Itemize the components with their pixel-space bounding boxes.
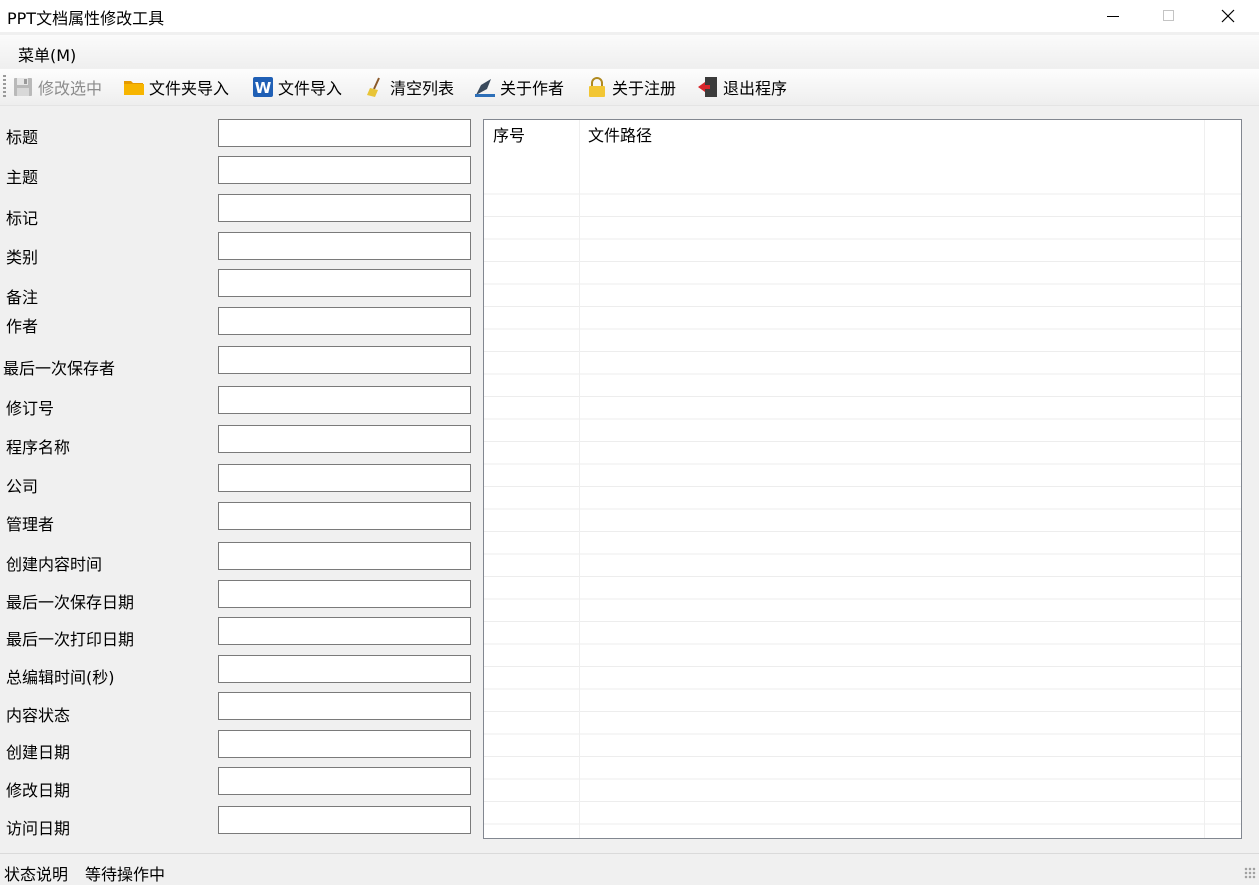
last-saved-date-label: 最后一次保存日期 bbox=[6, 593, 135, 612]
about-author-label: 关于作者 bbox=[500, 79, 565, 98]
menu-item-main[interactable]: 菜单(M) bbox=[18, 42, 76, 66]
about-register-button[interactable]: 关于注册 bbox=[586, 75, 676, 99]
total-edit-time-label: 总编辑时间(秒) bbox=[6, 668, 115, 687]
total-edit-time-input[interactable] bbox=[218, 655, 471, 683]
revision-input[interactable] bbox=[218, 386, 471, 414]
column-header-path[interactable]: 文件路径 bbox=[579, 120, 1204, 152]
file-list[interactable]: 序号 文件路径 bbox=[483, 119, 1242, 839]
import-folder-button[interactable]: 文件夹导入 bbox=[123, 75, 229, 99]
created-date-label: 创建日期 bbox=[6, 743, 71, 762]
accessed-date-input[interactable] bbox=[218, 806, 471, 834]
manager-label: 管理者 bbox=[6, 515, 55, 534]
clear-list-label: 清空列表 bbox=[390, 79, 455, 98]
minimize-icon bbox=[1107, 16, 1119, 17]
maximize-button[interactable] bbox=[1146, 0, 1192, 32]
comments-label: 备注 bbox=[6, 288, 39, 307]
status-text: 等待操作中 bbox=[85, 865, 166, 884]
category-label: 类别 bbox=[6, 248, 39, 267]
company-input[interactable] bbox=[218, 464, 471, 492]
about-register-label: 关于注册 bbox=[612, 79, 677, 98]
close-icon bbox=[1221, 9, 1235, 23]
revision-label: 修订号 bbox=[6, 399, 55, 418]
about-author-button[interactable]: 关于作者 bbox=[474, 75, 564, 99]
import-file-label: 文件导入 bbox=[278, 79, 343, 98]
author-pen-icon bbox=[474, 76, 496, 98]
title-input[interactable] bbox=[218, 119, 471, 147]
last-saved-by-label: 最后一次保存者 bbox=[3, 359, 116, 378]
comments-input[interactable] bbox=[218, 269, 471, 297]
accessed-date-label: 访问日期 bbox=[6, 819, 71, 838]
last-printed-date-input[interactable] bbox=[218, 617, 471, 645]
import-folder-label: 文件夹导入 bbox=[149, 79, 230, 98]
created-date-input[interactable] bbox=[218, 730, 471, 758]
modified-date-input[interactable] bbox=[218, 767, 471, 795]
subject-input[interactable] bbox=[218, 156, 471, 184]
word-file-icon: W bbox=[252, 76, 274, 98]
last-saved-date-input[interactable] bbox=[218, 580, 471, 608]
author-input[interactable] bbox=[218, 307, 471, 335]
import-file-button[interactable]: W 文件导入 bbox=[252, 75, 342, 99]
column-gridline bbox=[1204, 120, 1205, 838]
column-gridline bbox=[579, 120, 580, 838]
title-label: 标题 bbox=[6, 128, 39, 147]
exit-program-label: 退出程序 bbox=[723, 79, 788, 98]
menu-bar: 菜单(M) bbox=[0, 35, 1259, 68]
title-bar[interactable]: PPT文档属性修改工具 bbox=[0, 0, 1259, 32]
close-button[interactable] bbox=[1205, 0, 1251, 32]
tags-label: 标记 bbox=[6, 209, 39, 228]
author-label: 作者 bbox=[6, 317, 39, 336]
modify-selected-button[interactable]: 修改选中 bbox=[12, 75, 102, 99]
column-header-index[interactable]: 序号 bbox=[484, 120, 579, 152]
status-bar: 状态说明 等待操作中 bbox=[0, 853, 1259, 884]
manager-input[interactable] bbox=[218, 502, 471, 530]
category-input[interactable] bbox=[218, 232, 471, 260]
status-label: 状态说明 bbox=[4, 865, 69, 884]
maximize-icon bbox=[1163, 10, 1174, 21]
minimize-button[interactable] bbox=[1090, 0, 1136, 32]
folder-icon bbox=[123, 76, 145, 98]
application-name-label: 程序名称 bbox=[6, 438, 71, 457]
modified-date-label: 修改日期 bbox=[6, 781, 71, 800]
clear-list-button[interactable]: 清空列表 bbox=[364, 75, 454, 99]
column-header-path-label: 文件路径 bbox=[588, 126, 653, 145]
content-created-label: 创建内容时间 bbox=[6, 555, 103, 574]
resize-grip-icon[interactable] bbox=[1244, 867, 1256, 879]
svg-text:W: W bbox=[255, 79, 272, 97]
tags-input[interactable] bbox=[218, 194, 471, 222]
modify-selected-label: 修改选中 bbox=[38, 79, 103, 98]
content-created-input[interactable] bbox=[218, 542, 471, 570]
lock-icon bbox=[586, 76, 608, 98]
column-header-index-label: 序号 bbox=[493, 126, 526, 145]
last-printed-date-label: 最后一次打印日期 bbox=[6, 630, 135, 649]
content-status-input[interactable] bbox=[218, 692, 471, 720]
window-title: PPT文档属性修改工具 bbox=[7, 9, 165, 28]
exit-door-icon bbox=[697, 76, 719, 98]
company-label: 公司 bbox=[6, 477, 39, 496]
list-rows[interactable] bbox=[484, 172, 1241, 838]
content-status-label: 内容状态 bbox=[6, 706, 71, 725]
last-saved-by-input[interactable] bbox=[218, 346, 471, 374]
toolbar: 修改选中 文件夹导入 W 文件导入 清空列表 关于作者 关于注册 退出程序 bbox=[0, 69, 1259, 106]
save-icon bbox=[12, 76, 34, 98]
broom-icon bbox=[364, 76, 386, 98]
toolbar-grip[interactable] bbox=[3, 75, 6, 99]
subject-label: 主题 bbox=[6, 168, 39, 187]
exit-program-button[interactable]: 退出程序 bbox=[697, 75, 787, 99]
application-name-input[interactable] bbox=[218, 425, 471, 453]
